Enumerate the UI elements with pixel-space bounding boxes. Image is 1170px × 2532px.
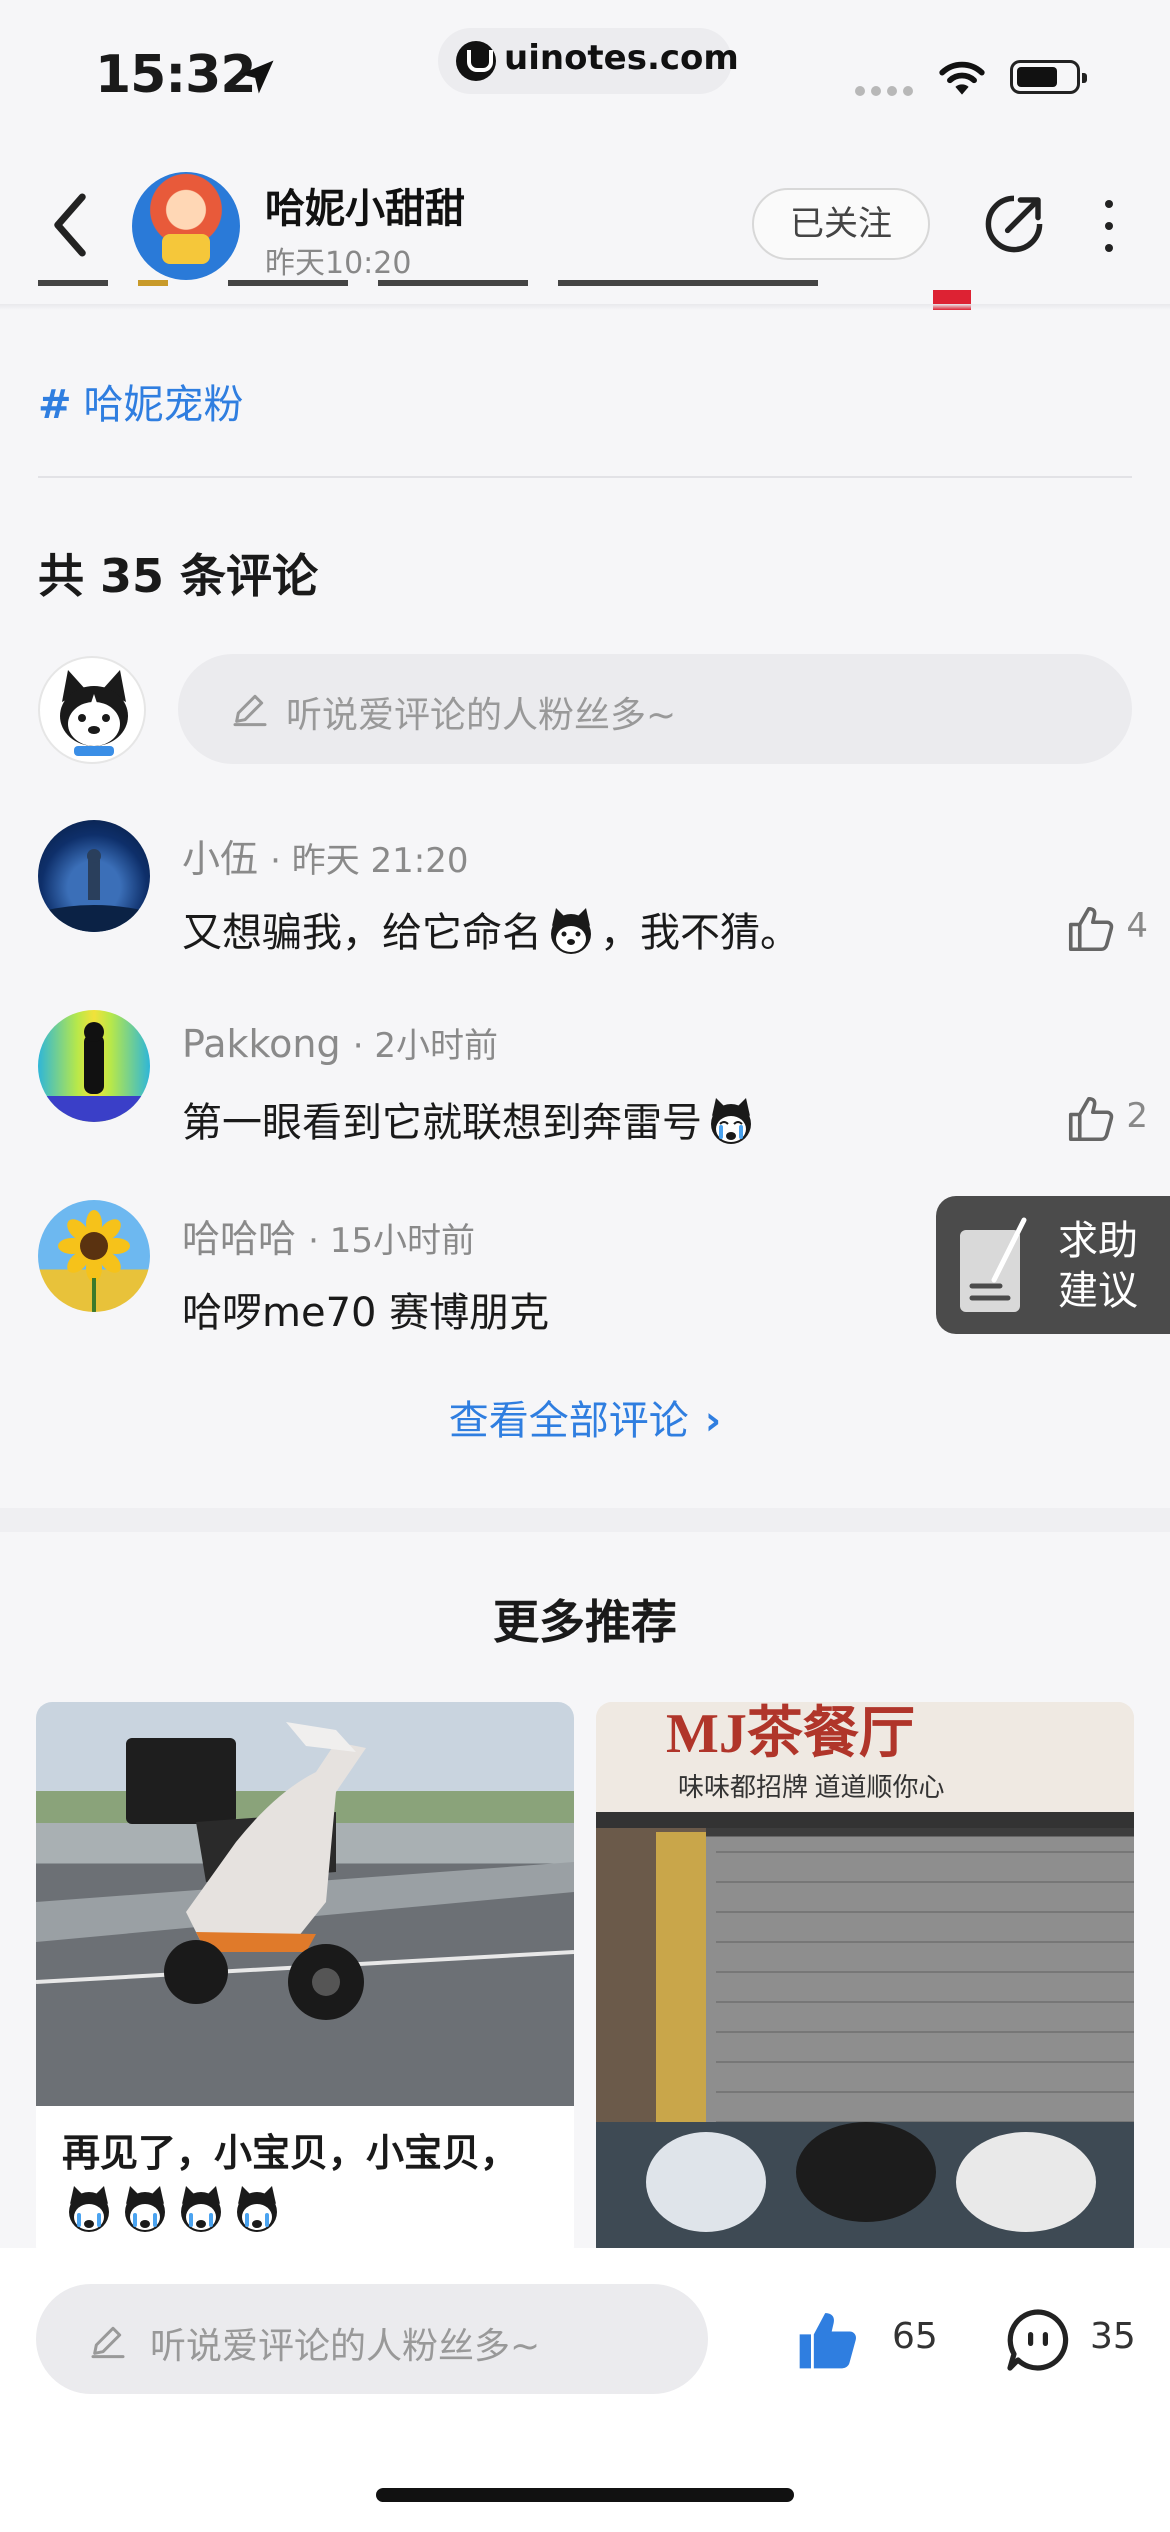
battery-icon [1010,60,1087,94]
follow-button[interactable]: 已关注 [752,188,930,260]
commenter-name[interactable]: Pakkong [182,1022,341,1066]
comment-text: 哈啰me70 赛博朋克 [182,1280,549,1338]
author-avatar[interactable] [132,172,240,280]
crying-husky-emoji-icon [711,1098,751,1144]
bottom-action-bar: 听说爱评论的人粉丝多~ 65 35 [0,2248,1170,2532]
post-time: 昨天10:20 [265,246,412,281]
comment-time: · 昨天 21:20 [270,841,469,881]
comment-meta: 小伍 · 昨天 21:20 [182,828,469,883]
comment-meta: Pakkong · 2小时前 [182,1018,498,1067]
comment-text: 第一眼看到它就联想到奔雷号 [182,1090,760,1148]
commenter-avatar[interactable] [38,1010,150,1122]
shopfront-illustration: MJ茶餐厅 味味都招牌 道道顺你心 [596,1702,1134,2262]
person-photo [38,1022,150,1122]
chevron-right-icon: › [704,1398,722,1444]
comment-input[interactable]: 听说爱评论的人粉丝多~ [178,654,1132,764]
recommend-card[interactable]: 再见了，小宝贝，小宝贝， [36,1702,574,2262]
recommend-card-caption-text: 再见了，小宝贝，小宝贝， [62,2131,519,2175]
location-arrow-icon [240,60,274,94]
feedback-label-line1: 求助 [1058,1218,1138,1264]
shop-photo: MJ茶餐厅 味味都招牌 道道顺你心 [596,1702,1134,2262]
sunflower-photo [58,1210,130,1312]
comment-text-part: ，我不猜。 [600,910,800,956]
post-comment-count: 35 [1090,2316,1136,2357]
thumbs-up-icon[interactable] [1064,902,1118,956]
scooter-illustration [36,1722,574,2020]
bottom-comment-input[interactable]: 听说爱评论的人粉丝多~ [36,2284,708,2394]
header-shadow [0,304,1170,310]
husky-emoji-icon [551,908,591,954]
recommend-card-caption: 再见了，小宝贝，小宝贝， [62,2124,542,2240]
cellular-signal-icon [855,86,915,96]
commenter-avatar[interactable] [38,820,150,932]
recommend-title: 更多推荐 [493,1595,677,1649]
status-time: 15:32 [95,45,257,105]
status-bar: 15:32 uinotes.com [0,0,1170,150]
feedback-label-line2: 建议 [1058,1268,1138,1314]
comment-time: · 2小时前 [352,1026,498,1066]
comment-meta: 哈哈哈 · 15小时前 [182,1208,475,1263]
wifi-icon [939,61,985,95]
home-indicator [376,2488,794,2502]
comment-text-part: 第一眼看到它就联想到奔雷号 [182,1100,702,1146]
bottom-input-placeholder: 听说爱评论的人粉丝多~ [150,2326,541,2367]
more-options-icon[interactable] [1093,198,1123,254]
comment-text: 又想骗我，给它命名 ，我不猜。 [182,900,800,958]
comment-item[interactable]: Pakkong · 2小时前 第一眼看到它就联想到奔雷号 2 [38,1010,1148,1150]
url-text: uinotes.com [504,38,739,78]
feedback-float-button[interactable]: 求助 建议 [936,1196,1170,1334]
feedback-label: 求助 建议 [1058,1216,1138,1316]
topic-label: 哈妮宠粉 [83,382,244,428]
commenter-name[interactable]: 哈哈哈 [182,1217,296,1261]
shop-sign-text: MJ茶餐厅 [666,1703,915,1765]
comment-text-part: 又想骗我，给它命名 [182,910,542,956]
thumbs-up-icon[interactable] [1064,1092,1118,1146]
comment-like-count: 4 [1126,906,1148,946]
comment-input-placeholder: 听说爱评论的人粉丝多~ [286,695,677,736]
divider [38,476,1132,478]
topic-tag[interactable]: # 哈妮宠粉 [38,372,244,430]
recommend-card[interactable]: MJ茶餐厅 味味都招牌 道道顺你心 [596,1702,1134,2262]
view-all-comments-link[interactable]: 查看全部评论 › [0,1388,1170,1446]
comment-item[interactable]: 小伍 · 昨天 21:20 又想骗我，给它命名 ，我不猜。 4 [38,820,1148,960]
pen-icon [233,694,267,727]
comments-count-title: 共 35 条评论 [38,549,319,603]
thumbs-up-filled-icon[interactable] [794,2306,862,2374]
commenter-avatar[interactable] [38,1200,150,1312]
comment-text-part: 哈啰me70 赛博朋克 [182,1290,550,1336]
feedback-document-icon [960,1217,1027,1312]
pen-icon [91,2326,125,2359]
commenter-name[interactable]: 小伍 [182,837,258,881]
back-arrow-icon[interactable] [40,190,100,260]
post-like-count: 65 [892,2316,938,2357]
section-divider [0,1508,1170,1532]
my-avatar [38,656,146,764]
comment-like-count: 2 [1126,1096,1148,1136]
crying-husky-emoji-row-icon [69,2186,277,2232]
hashtag-icon: # [38,382,72,428]
author-name[interactable]: 哈妮小甜甜 [265,176,465,234]
husky-avatar-icon [60,670,128,756]
scooter-photo [36,1702,574,2106]
comment-time: · 15小时前 [308,1221,475,1261]
url-pill[interactable]: uinotes.com [438,28,739,94]
aquarium-photo [38,849,150,932]
share-icon[interactable] [982,192,1046,256]
view-all-label: 查看全部评论 [448,1398,689,1444]
shop-slogan-text: 味味都招牌 道道顺你心 [678,1773,945,1802]
comment-bubble-icon[interactable] [1002,2304,1074,2376]
site-logo-icon [456,41,496,81]
